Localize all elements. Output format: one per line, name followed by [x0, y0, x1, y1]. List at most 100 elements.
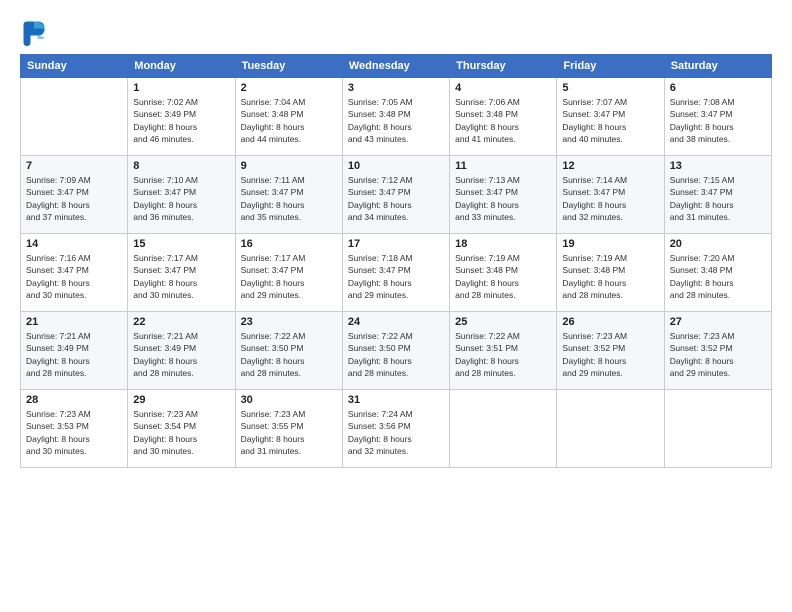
day-number: 8 [133, 160, 229, 172]
calendar-cell: 16 Sunrise: 7:17 AMSunset: 3:47 PMDayligh… [235, 234, 342, 312]
day-info: Sunrise: 7:18 AMSunset: 3:47 PMDaylight:… [348, 252, 444, 301]
col-header-friday: Friday [557, 55, 664, 78]
day-number: 31 [348, 394, 444, 406]
day-number: 28 [26, 394, 122, 406]
calendar-cell: 13 Sunrise: 7:15 AMSunset: 3:47 PMDayligh… [664, 156, 771, 234]
day-info: Sunrise: 7:05 AMSunset: 3:48 PMDaylight:… [348, 96, 444, 145]
day-number: 27 [670, 316, 766, 328]
calendar-cell: 23 Sunrise: 7:22 AMSunset: 3:50 PMDayligh… [235, 312, 342, 390]
calendar-cell: 21 Sunrise: 7:21 AMSunset: 3:49 PMDayligh… [21, 312, 128, 390]
day-info: Sunrise: 7:16 AMSunset: 3:47 PMDaylight:… [26, 252, 122, 301]
col-header-saturday: Saturday [664, 55, 771, 78]
day-info: Sunrise: 7:17 AMSunset: 3:47 PMDaylight:… [133, 252, 229, 301]
day-number: 5 [562, 82, 658, 94]
calendar-week-1: 1 Sunrise: 7:02 AMSunset: 3:49 PMDaylight… [21, 78, 772, 156]
calendar-cell: 15 Sunrise: 7:17 AMSunset: 3:47 PMDayligh… [128, 234, 235, 312]
col-header-thursday: Thursday [450, 55, 557, 78]
calendar-cell [21, 78, 128, 156]
day-info: Sunrise: 7:22 AMSunset: 3:51 PMDaylight:… [455, 330, 551, 379]
day-number: 14 [26, 238, 122, 250]
day-number: 7 [26, 160, 122, 172]
header [20, 18, 772, 46]
logo [20, 18, 52, 46]
day-number: 3 [348, 82, 444, 94]
col-header-wednesday: Wednesday [342, 55, 449, 78]
day-info: Sunrise: 7:10 AMSunset: 3:47 PMDaylight:… [133, 174, 229, 223]
day-info: Sunrise: 7:19 AMSunset: 3:48 PMDaylight:… [562, 252, 658, 301]
day-info: Sunrise: 7:20 AMSunset: 3:48 PMDaylight:… [670, 252, 766, 301]
calendar-cell [450, 390, 557, 468]
calendar-week-3: 14 Sunrise: 7:16 AMSunset: 3:47 PMDayligh… [21, 234, 772, 312]
calendar-cell: 5 Sunrise: 7:07 AMSunset: 3:47 PMDaylight… [557, 78, 664, 156]
day-number: 30 [241, 394, 337, 406]
day-info: Sunrise: 7:12 AMSunset: 3:47 PMDaylight:… [348, 174, 444, 223]
day-info: Sunrise: 7:13 AMSunset: 3:47 PMDaylight:… [455, 174, 551, 223]
day-number: 12 [562, 160, 658, 172]
day-info: Sunrise: 7:07 AMSunset: 3:47 PMDaylight:… [562, 96, 658, 145]
calendar-cell: 10 Sunrise: 7:12 AMSunset: 3:47 PMDayligh… [342, 156, 449, 234]
day-number: 16 [241, 238, 337, 250]
calendar-header-row: SundayMondayTuesdayWednesdayThursdayFrid… [21, 55, 772, 78]
calendar-table: SundayMondayTuesdayWednesdayThursdayFrid… [20, 54, 772, 468]
calendar-cell: 30 Sunrise: 7:23 AMSunset: 3:55 PMDayligh… [235, 390, 342, 468]
calendar-cell: 31Sunrise: 7:24 AMSunset: 3:56 PMDayligh… [342, 390, 449, 468]
day-info: Sunrise: 7:22 AMSunset: 3:50 PMDaylight:… [241, 330, 337, 379]
day-info: Sunrise: 7:08 AMSunset: 3:47 PMDaylight:… [670, 96, 766, 145]
day-number: 29 [133, 394, 229, 406]
day-number: 13 [670, 160, 766, 172]
day-number: 20 [670, 238, 766, 250]
day-number: 2 [241, 82, 337, 94]
day-number: 24 [348, 316, 444, 328]
logo-icon [20, 18, 48, 46]
day-number: 15 [133, 238, 229, 250]
calendar-cell: 12 Sunrise: 7:14 AMSunset: 3:47 PMDayligh… [557, 156, 664, 234]
day-number: 26 [562, 316, 658, 328]
day-number: 23 [241, 316, 337, 328]
day-info: Sunrise: 7:02 AMSunset: 3:49 PMDaylight:… [133, 96, 229, 145]
day-number: 17 [348, 238, 444, 250]
day-info: Sunrise: 7:06 AMSunset: 3:48 PMDaylight:… [455, 96, 551, 145]
day-info: Sunrise: 7:22 AMSunset: 3:50 PMDaylight:… [348, 330, 444, 379]
day-info: Sunrise: 7:21 AMSunset: 3:49 PMDaylight:… [26, 330, 122, 379]
calendar-cell: 27Sunrise: 7:23 AMSunset: 3:52 PMDayligh… [664, 312, 771, 390]
calendar-cell: 19 Sunrise: 7:19 AMSunset: 3:48 PMDayligh… [557, 234, 664, 312]
calendar-cell: 11Sunrise: 7:13 AMSunset: 3:47 PMDayligh… [450, 156, 557, 234]
day-info: Sunrise: 7:17 AMSunset: 3:47 PMDaylight:… [241, 252, 337, 301]
day-info: Sunrise: 7:23 AMSunset: 3:52 PMDaylight:… [562, 330, 658, 379]
calendar-cell: 25Sunrise: 7:22 AMSunset: 3:51 PMDayligh… [450, 312, 557, 390]
calendar-cell: 2 Sunrise: 7:04 AMSunset: 3:48 PMDaylight… [235, 78, 342, 156]
day-info: Sunrise: 7:23 AMSunset: 3:55 PMDaylight:… [241, 408, 337, 457]
day-info: Sunrise: 7:11 AMSunset: 3:47 PMDaylight:… [241, 174, 337, 223]
day-info: Sunrise: 7:14 AMSunset: 3:47 PMDaylight:… [562, 174, 658, 223]
day-info: Sunrise: 7:15 AMSunset: 3:47 PMDaylight:… [670, 174, 766, 223]
day-number: 4 [455, 82, 551, 94]
col-header-sunday: Sunday [21, 55, 128, 78]
day-info: Sunrise: 7:09 AMSunset: 3:47 PMDaylight:… [26, 174, 122, 223]
calendar-cell: 18Sunrise: 7:19 AMSunset: 3:48 PMDayligh… [450, 234, 557, 312]
calendar-week-2: 7 Sunrise: 7:09 AMSunset: 3:47 PMDaylight… [21, 156, 772, 234]
calendar-cell: 4 Sunrise: 7:06 AMSunset: 3:48 PMDaylight… [450, 78, 557, 156]
day-number: 1 [133, 82, 229, 94]
calendar-cell: 3 Sunrise: 7:05 AMSunset: 3:48 PMDaylight… [342, 78, 449, 156]
calendar-cell: 29 Sunrise: 7:23 AMSunset: 3:54 PMDayligh… [128, 390, 235, 468]
day-number: 10 [348, 160, 444, 172]
col-header-tuesday: Tuesday [235, 55, 342, 78]
day-info: Sunrise: 7:21 AMSunset: 3:49 PMDaylight:… [133, 330, 229, 379]
day-number: 19 [562, 238, 658, 250]
day-number: 21 [26, 316, 122, 328]
calendar-week-4: 21 Sunrise: 7:21 AMSunset: 3:49 PMDayligh… [21, 312, 772, 390]
day-info: Sunrise: 7:23 AMSunset: 3:53 PMDaylight:… [26, 408, 122, 457]
calendar-cell [557, 390, 664, 468]
calendar-cell: 20 Sunrise: 7:20 AMSunset: 3:48 PMDayligh… [664, 234, 771, 312]
day-number: 22 [133, 316, 229, 328]
day-number: 6 [670, 82, 766, 94]
calendar-cell: 14 Sunrise: 7:16 AMSunset: 3:47 PMDayligh… [21, 234, 128, 312]
calendar-cell: 28 Sunrise: 7:23 AMSunset: 3:53 PMDayligh… [21, 390, 128, 468]
day-info: Sunrise: 7:23 AMSunset: 3:54 PMDaylight:… [133, 408, 229, 457]
day-info: Sunrise: 7:04 AMSunset: 3:48 PMDaylight:… [241, 96, 337, 145]
day-number: 18 [455, 238, 551, 250]
page: SundayMondayTuesdayWednesdayThursdayFrid… [0, 0, 792, 612]
calendar-cell: 26 Sunrise: 7:23 AMSunset: 3:52 PMDayligh… [557, 312, 664, 390]
calendar-cell: 9Sunrise: 7:11 AMSunset: 3:47 PMDaylight… [235, 156, 342, 234]
calendar-cell: 22 Sunrise: 7:21 AMSunset: 3:49 PMDayligh… [128, 312, 235, 390]
